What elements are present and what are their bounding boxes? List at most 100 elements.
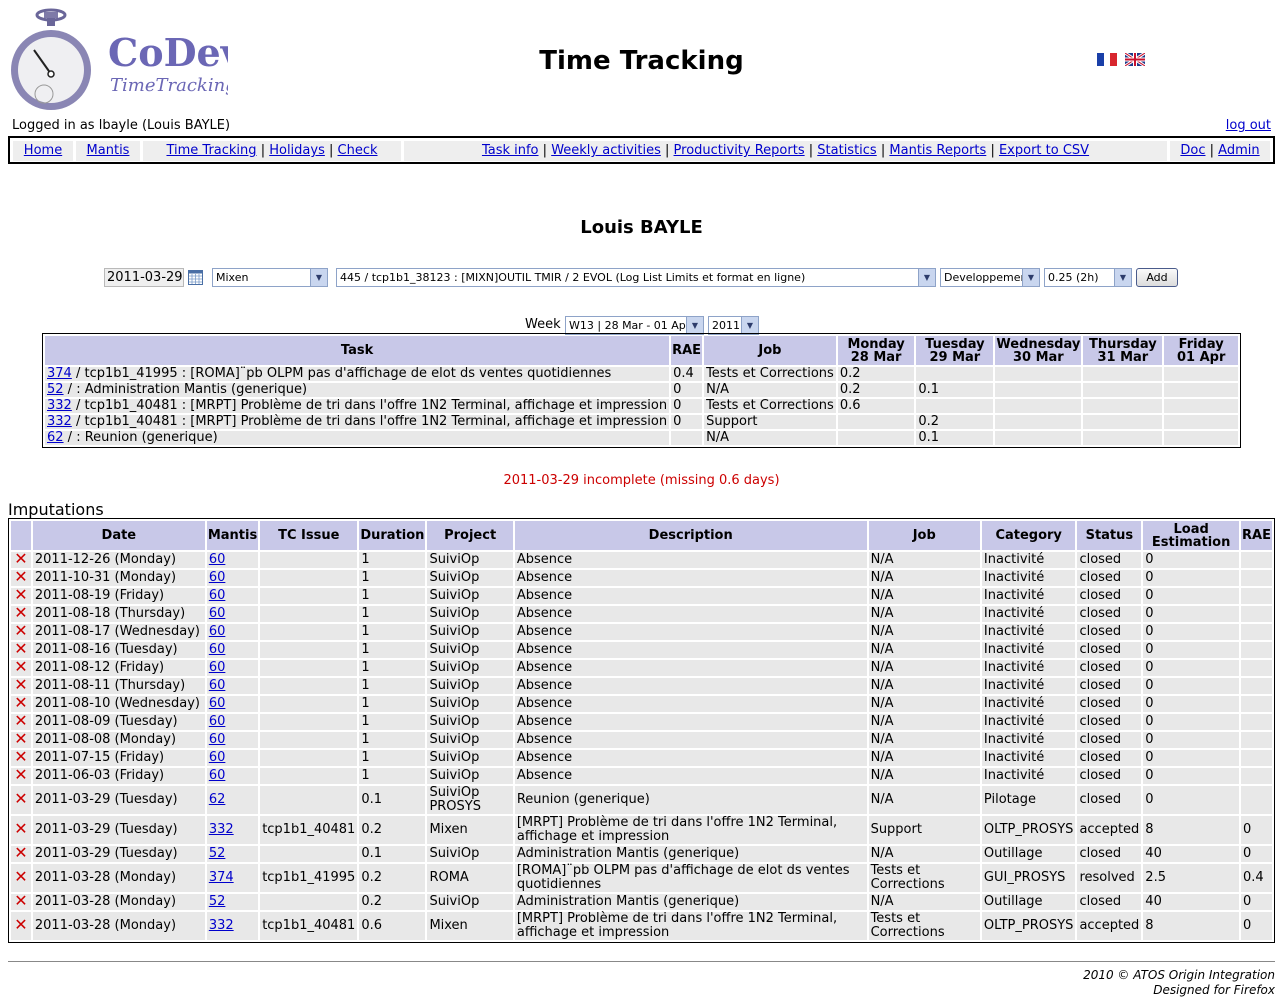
menu-check-link[interactable]: Check bbox=[338, 143, 378, 158]
delete-icon[interactable]: ✕ bbox=[14, 843, 27, 862]
col-day-date: 31 Mar bbox=[1097, 349, 1149, 365]
mantis-link[interactable]: 60 bbox=[209, 570, 226, 585]
menu-weekly-activities-link[interactable]: Weekly activities bbox=[551, 143, 661, 158]
delete-icon[interactable]: ✕ bbox=[14, 585, 27, 604]
task-id-link[interactable]: 62 bbox=[47, 430, 64, 445]
rae-cell bbox=[1241, 660, 1272, 676]
task-id-link[interactable]: 52 bbox=[47, 382, 64, 397]
description-cell-line1: Absence bbox=[516, 678, 573, 693]
description-cell: Absence bbox=[514, 624, 867, 640]
weekly-thursday-cell bbox=[1083, 431, 1163, 445]
load-estimation-cell: 40 bbox=[1143, 894, 1239, 910]
delete-icon[interactable]: ✕ bbox=[14, 711, 27, 730]
mantis-link[interactable]: 332 bbox=[209, 918, 234, 933]
mantis-link[interactable]: 60 bbox=[209, 606, 226, 621]
mantis-link[interactable]: 60 bbox=[209, 660, 226, 675]
mantis-link[interactable]: 52 bbox=[209, 894, 226, 909]
task-id-link[interactable]: 332 bbox=[47, 414, 72, 429]
mantis-link[interactable]: 60 bbox=[209, 696, 226, 711]
rae-cell bbox=[1241, 570, 1272, 586]
delete-cell: ✕ bbox=[11, 549, 31, 568]
weekly-row: 374 / tcp1b1_41995 : [ROMA]¨pb OLPM pas … bbox=[45, 367, 1238, 381]
weekly-friday-cell bbox=[1164, 367, 1238, 381]
job-cell-line1: Tests et bbox=[870, 911, 921, 926]
load-estimation-cell: 0 bbox=[1143, 606, 1239, 622]
delete-cell: ✕ bbox=[11, 567, 31, 586]
weekly-monday-cell: 0.6 bbox=[837, 399, 915, 413]
menu-time-tracking-link[interactable]: Time Tracking bbox=[166, 143, 256, 158]
rae-cell: 0 bbox=[1241, 894, 1272, 910]
menu-productivity-reports-link[interactable]: Productivity Reports bbox=[674, 143, 805, 158]
project-cell-line1: SuiviOp bbox=[429, 678, 480, 693]
add-button[interactable]: Add bbox=[1136, 268, 1178, 287]
mantis-link[interactable]: 60 bbox=[209, 768, 226, 783]
delete-icon[interactable]: ✕ bbox=[14, 603, 27, 622]
mantis-link[interactable]: 60 bbox=[209, 732, 226, 747]
status-cell: closed bbox=[1077, 696, 1142, 712]
delete-icon[interactable]: ✕ bbox=[14, 891, 27, 910]
mantis-link[interactable]: 60 bbox=[209, 552, 226, 567]
job-select[interactable]: Developpement ▼ bbox=[940, 268, 1040, 287]
delete-icon[interactable]: ✕ bbox=[14, 819, 27, 838]
mantis-link[interactable]: 374 bbox=[209, 870, 234, 885]
menu-statistics-link[interactable]: Statistics bbox=[817, 143, 876, 158]
mantis-link[interactable]: 60 bbox=[209, 588, 226, 603]
tc-issue-cell bbox=[260, 786, 358, 814]
menu-mantis-reports-link[interactable]: Mantis Reports bbox=[889, 143, 986, 158]
mantis-link[interactable]: 332 bbox=[209, 822, 234, 837]
job-cell: N/A bbox=[868, 642, 980, 658]
menu-mantis-link[interactable]: Mantis bbox=[87, 143, 130, 158]
french-flag-icon[interactable] bbox=[1097, 53, 1117, 66]
delete-icon[interactable]: ✕ bbox=[14, 567, 27, 586]
rae-cell: 0 bbox=[1241, 846, 1272, 862]
duration-cell: 1 bbox=[359, 732, 426, 748]
english-flag-icon[interactable] bbox=[1125, 53, 1145, 66]
delete-icon[interactable]: ✕ bbox=[14, 789, 27, 808]
menu-holidays-link[interactable]: Holidays bbox=[269, 143, 325, 158]
job-cell-line1: N/A bbox=[870, 696, 894, 711]
delete-icon[interactable]: ✕ bbox=[14, 675, 27, 694]
delete-icon[interactable]: ✕ bbox=[14, 549, 27, 568]
duration-cell: 1 bbox=[359, 642, 426, 658]
project-select[interactable]: Mixen ▼ bbox=[212, 268, 328, 287]
weekly-row: 332 / tcp1b1_40481 : [MRPT] Problème de … bbox=[45, 399, 1238, 413]
task-select[interactable]: 445 / tcp1b1_38123 : [MIXN]OUTIL TMIR / … bbox=[336, 268, 936, 287]
duration-select[interactable]: 0.25 (2h) ▼ bbox=[1044, 268, 1132, 287]
mantis-link[interactable]: 52 bbox=[209, 846, 226, 861]
mantis-link[interactable]: 60 bbox=[209, 678, 226, 693]
delete-icon[interactable]: ✕ bbox=[14, 621, 27, 640]
mantis-link[interactable]: 60 bbox=[209, 624, 226, 639]
category-cell: GUI_PROSYS bbox=[981, 864, 1076, 892]
mantis-link[interactable]: 62 bbox=[209, 792, 226, 807]
rae-cell bbox=[1241, 678, 1272, 694]
delete-icon[interactable]: ✕ bbox=[14, 765, 27, 784]
project-cell: SuiviOp bbox=[427, 642, 513, 658]
tc-issue-cell: tcp1b1_41995 bbox=[260, 864, 358, 892]
job-cell-line1: N/A bbox=[870, 768, 894, 783]
delete-icon[interactable]: ✕ bbox=[14, 915, 27, 934]
menu-home-link[interactable]: Home bbox=[24, 143, 62, 158]
delete-icon[interactable]: ✕ bbox=[14, 639, 27, 658]
menu-doc-link[interactable]: Doc bbox=[1180, 143, 1205, 158]
imputation-row: ✕ 2011-12-26 (Monday) 60 1 SuiviOp Absence N/A… bbox=[11, 549, 1272, 568]
mantis-link[interactable]: 60 bbox=[209, 642, 226, 657]
project-cell-line1: SuiviOp bbox=[429, 642, 480, 657]
weekly-row: 62 / : Reunion (generique) N/A 0.1 bbox=[45, 431, 1238, 445]
delete-icon[interactable]: ✕ bbox=[14, 747, 27, 766]
description-cell-line1: Absence bbox=[516, 660, 573, 675]
delete-icon[interactable]: ✕ bbox=[14, 867, 27, 886]
mantis-link[interactable]: 60 bbox=[209, 750, 226, 765]
description-cell-line1: Administration Mantis (generique) bbox=[516, 846, 740, 861]
delete-icon[interactable]: ✕ bbox=[14, 657, 27, 676]
logout-link[interactable]: log out bbox=[1226, 118, 1271, 133]
delete-icon[interactable]: ✕ bbox=[14, 693, 27, 712]
mantis-link[interactable]: 60 bbox=[209, 714, 226, 729]
task-id-link[interactable]: 332 bbox=[47, 398, 72, 413]
menu-admin-link[interactable]: Admin bbox=[1218, 143, 1259, 158]
delete-icon[interactable]: ✕ bbox=[14, 729, 27, 748]
date-input[interactable]: 2011-03-29 bbox=[104, 268, 184, 287]
calendar-icon[interactable] bbox=[188, 270, 203, 285]
menu-task-info-link[interactable]: Task info bbox=[482, 143, 539, 158]
task-id-link[interactable]: 374 bbox=[47, 366, 72, 381]
menu-export-csv-link[interactable]: Export to CSV bbox=[999, 143, 1089, 158]
